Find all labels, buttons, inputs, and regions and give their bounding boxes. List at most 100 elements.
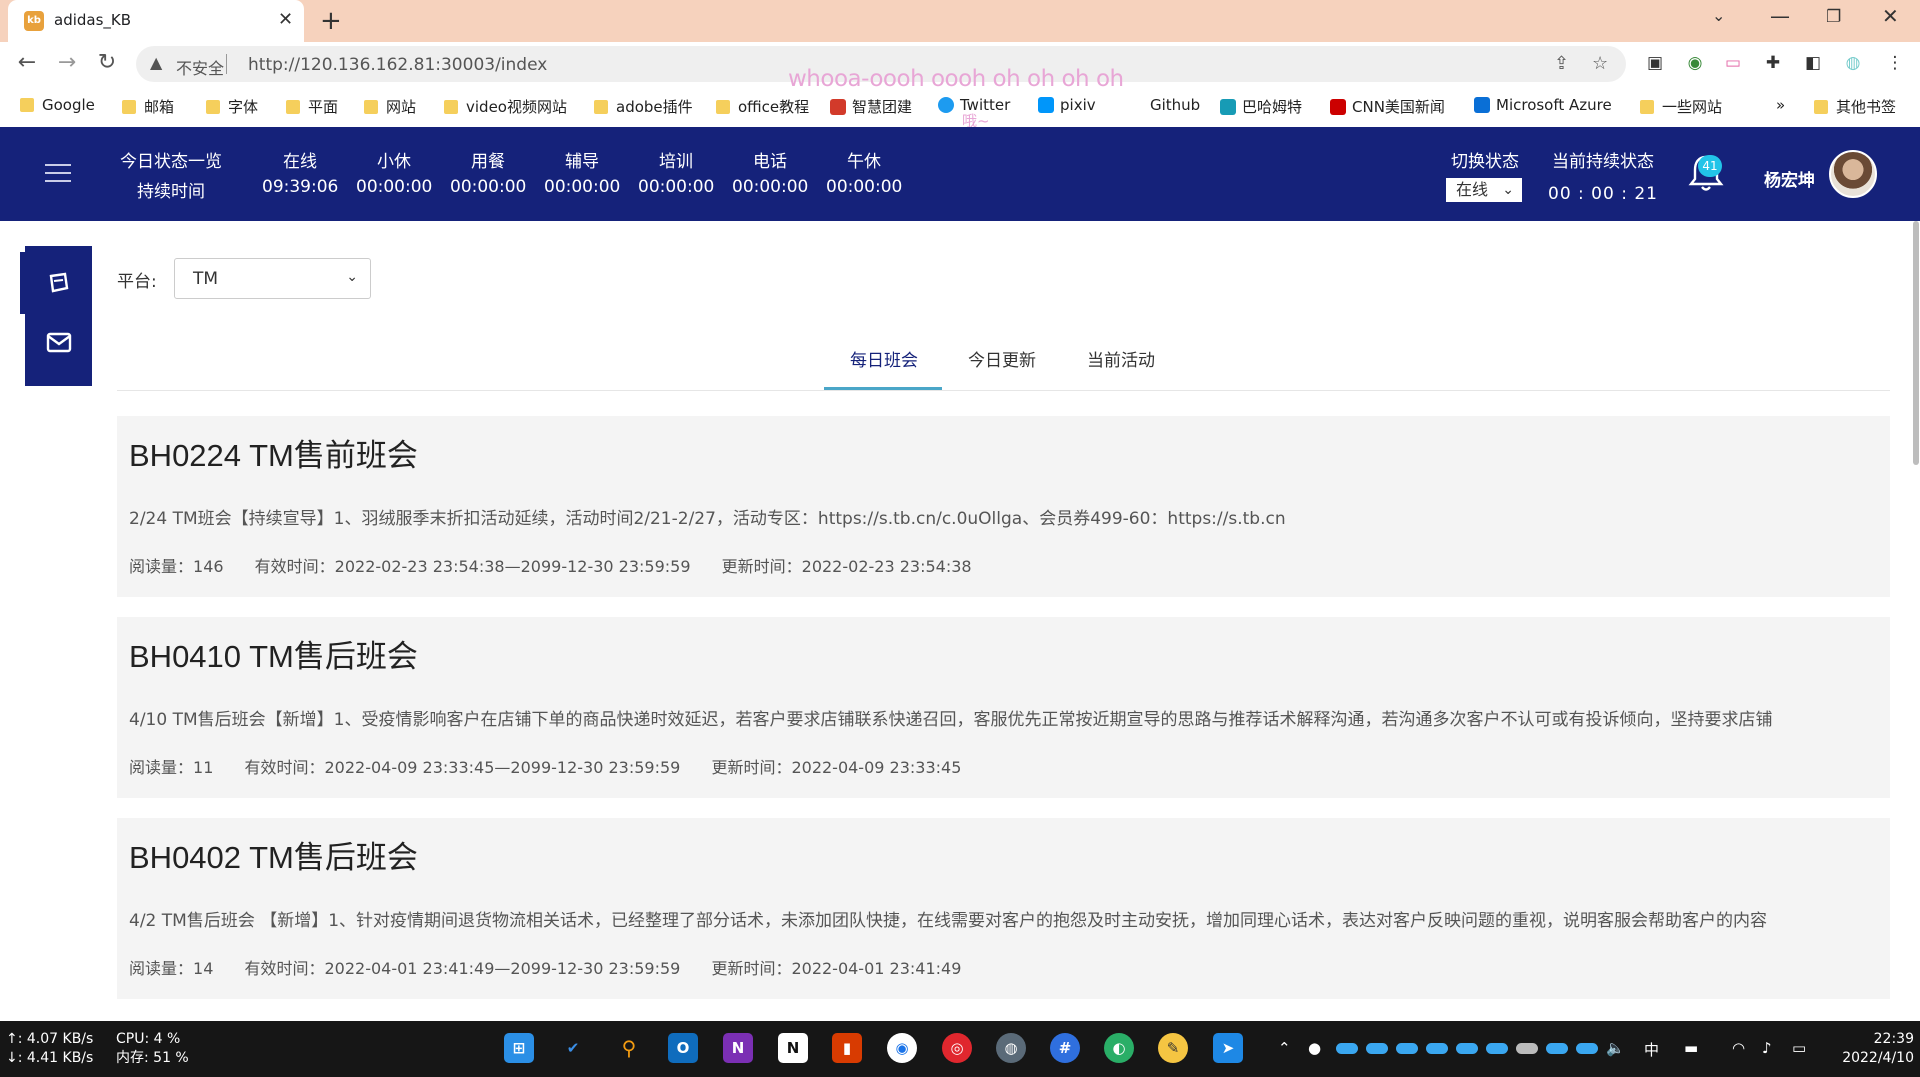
cloud-icon[interactable] <box>1366 1043 1388 1054</box>
bookmark-item[interactable]: pixiv <box>1038 96 1096 114</box>
bookmark-item[interactable]: video视频网站 <box>444 96 567 117</box>
extensions-puzzle-icon[interactable]: ✚ <box>1762 52 1784 74</box>
bookmark-item[interactable]: Google <box>20 96 95 114</box>
tab-close-icon[interactable]: ✕ <box>278 9 293 30</box>
bookmark-item[interactable]: 一些网站 <box>1640 96 1722 117</box>
onenote-icon[interactable]: N <box>723 1033 753 1063</box>
cloud-icon[interactable] <box>1486 1043 1508 1054</box>
book-icon[interactable] <box>25 272 92 294</box>
new-tab-button[interactable]: + <box>320 6 342 36</box>
hash-app-icon[interactable]: # <box>1050 1033 1080 1063</box>
search-icon[interactable]: ⚲ <box>614 1033 644 1063</box>
tray-expand-icon[interactable]: ⌃ <box>1278 1039 1291 1057</box>
tab-search-icon[interactable]: ⌄ <box>1712 6 1725 25</box>
extension-bilibili-icon[interactable]: ▭ <box>1722 52 1744 74</box>
cpu-usage: CPU: 4 % <box>116 1031 181 1047</box>
page-scrollbar-thumb[interactable] <box>1913 221 1919 465</box>
user-name[interactable]: 杨宏坤 <box>1764 166 1815 191</box>
wifi-icon[interactable]: ◠ <box>1732 1039 1745 1057</box>
tab-daily-meeting[interactable]: 每日班会 <box>850 346 918 371</box>
bookmark-item[interactable]: adobe插件 <box>594 96 693 117</box>
card-title[interactable]: BH0224 TM售前班会 <box>129 430 418 475</box>
bookmark-item[interactable]: CNN美国新闻 <box>1330 96 1445 117</box>
office-icon[interactable]: ▮ <box>832 1033 862 1063</box>
platform-label: 平台: <box>117 272 157 292</box>
url-text[interactable]: http://120.136.162.81:30003/index <box>248 55 547 75</box>
avatar[interactable] <box>1829 150 1877 198</box>
volume-icon[interactable]: ♪ <box>1762 1039 1772 1057</box>
notion-icon[interactable]: N <box>778 1033 808 1063</box>
side-panel-icon[interactable]: ◧ <box>1802 52 1824 74</box>
meeting-card[interactable]: BH0224 TM售前班会 2/24 TM班会【持续宣导】1、羽绒服季末折扣活动… <box>117 416 1890 597</box>
start-icon[interactable]: ⊞ <box>504 1033 534 1063</box>
bookmark-item[interactable]: 网站 <box>364 96 416 117</box>
tab-current-activities[interactable]: 当前活动 <box>1087 346 1155 371</box>
bookmark-item[interactable]: 字体 <box>206 96 258 117</box>
feishu-icon[interactable]: ➤ <box>1213 1033 1243 1063</box>
status-label: 电话 <box>753 152 787 172</box>
meeting-card[interactable]: BH0410 TM售后班会 4/10 TM售后班会【新增】1、受疫情影响客户在店… <box>117 617 1890 798</box>
minimize-icon[interactable]: — <box>1770 4 1790 28</box>
window-close-icon[interactable]: ✕ <box>1882 4 1899 28</box>
bookmark-item[interactable]: 巴哈姆特 <box>1220 96 1302 117</box>
volume-mini-icon[interactable]: 🔈 <box>1606 1039 1625 1057</box>
sticky-app-icon[interactable]: ✎ <box>1158 1033 1188 1063</box>
extension-globe-icon[interactable]: ◉ <box>1684 52 1706 74</box>
bookmark-star-icon[interactable]: ☆ <box>1592 53 1608 74</box>
more-bookmarks-icon[interactable]: » <box>1776 96 1785 114</box>
globe-app-icon[interactable]: ◍ <box>996 1033 1026 1063</box>
todo-icon[interactable]: ✔ <box>558 1033 588 1063</box>
meeting-card[interactable]: BH0402 TM售后班会 4/2 TM售后班会 【新增】1、针对疫情期间退货物… <box>117 818 1890 999</box>
warning-icon[interactable]: ▲ <box>150 53 162 72</box>
system-usage: CPU: 4 % 内存: 51 % <box>116 1030 189 1068</box>
hamburger-menu-icon[interactable] <box>45 164 71 188</box>
cloud-icon[interactable] <box>1576 1043 1598 1054</box>
card-title[interactable]: BH0402 TM售后班会 <box>129 832 418 877</box>
card-title[interactable]: BH0410 TM售后班会 <box>129 631 418 676</box>
cloud-icon[interactable] <box>1546 1043 1568 1054</box>
switch-status-label: 切换状态 <box>1451 152 1519 172</box>
bookmark-item[interactable]: office教程 <box>716 96 809 117</box>
system-clock[interactable]: 22:39 2022/4/10 <box>1834 1030 1914 1068</box>
cloud-icon[interactable] <box>1456 1043 1478 1054</box>
reload-icon[interactable]: ↻ <box>93 50 121 75</box>
status-meal: 用餐 00:00:00 <box>450 147 526 197</box>
wechat-icon[interactable]: ◐ <box>1104 1033 1134 1063</box>
extension-gamepad-icon[interactable]: ▣ <box>1644 52 1666 74</box>
chrome-icon[interactable]: ◉ <box>887 1033 917 1063</box>
tab-today-updates[interactable]: 今日更新 <box>968 346 1036 371</box>
card-meta: 阅读量：146 有效时间：2022-02-23 23:54:38—2099-12… <box>129 553 998 577</box>
status-coaching: 辅导 00:00:00 <box>544 147 620 197</box>
status-value: 00:00:00 <box>450 177 527 197</box>
browser-tab-title: adidas_KB <box>54 11 132 29</box>
platform-select[interactable]: TM ⌄ <box>174 258 371 299</box>
share-icon[interactable]: ⇪ <box>1554 53 1569 74</box>
forward-icon[interactable]: → <box>53 50 81 75</box>
status-select[interactable]: 在线 ⌄ <box>1446 178 1522 202</box>
keyboard-icon[interactable]: ▬ <box>1684 1039 1698 1057</box>
browser-tab-active[interactable]: kb adidas_KB ✕ <box>8 0 304 42</box>
profile-icon[interactable]: ◍ <box>1842 52 1864 74</box>
insecure-label[interactable]: 不安全 <box>176 55 224 79</box>
battery-icon[interactable]: ▭ <box>1792 1039 1806 1057</box>
ime-indicator[interactable]: 中 <box>1644 1039 1659 1060</box>
qq-icon[interactable]: ● <box>1308 1039 1321 1057</box>
netease-music-icon[interactable]: ◎ <box>942 1033 972 1063</box>
bookmark-item[interactable]: Microsoft Azure <box>1474 96 1612 114</box>
mail-icon[interactable] <box>25 332 92 354</box>
outlook-icon[interactable]: O <box>668 1033 698 1063</box>
chrome-menu-icon[interactable]: ⋮ <box>1884 52 1906 74</box>
cloud-sync-icon[interactable] <box>1516 1043 1538 1054</box>
restore-icon[interactable]: ❐ <box>1826 7 1841 27</box>
bookmark-item[interactable]: 平面 <box>286 96 338 117</box>
cloud-icon[interactable] <box>1396 1043 1418 1054</box>
back-icon[interactable]: ← <box>13 50 41 75</box>
cloud-icon[interactable] <box>1336 1043 1358 1054</box>
bookmark-item[interactable]: 智慧团建 <box>830 96 912 117</box>
bookmark-item[interactable]: Github <box>1128 96 1200 114</box>
status-phone: 电话 00:00:00 <box>732 147 808 197</box>
cloud-icon[interactable] <box>1426 1043 1448 1054</box>
bookmark-item[interactable]: 邮箱 <box>122 96 174 117</box>
folder-icon <box>1640 100 1654 114</box>
bookmark-item[interactable]: 其他书签 <box>1814 96 1896 117</box>
